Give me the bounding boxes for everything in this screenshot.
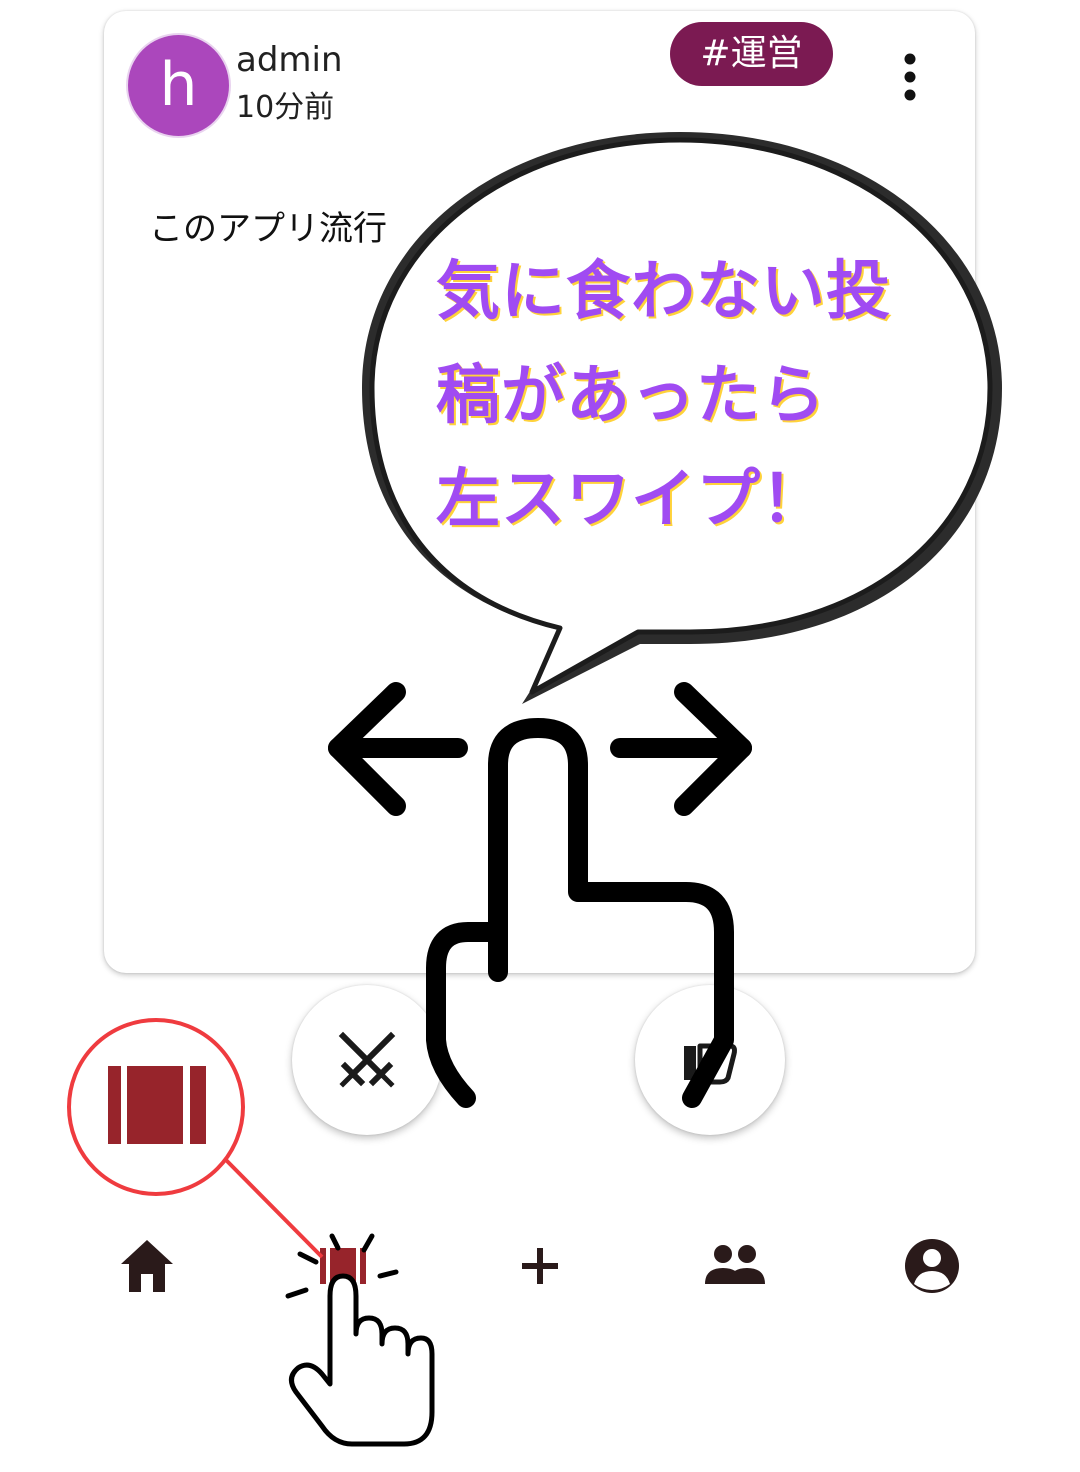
bubble-line-3: 左スワイプ！	[436, 463, 826, 537]
swipe-arrows-icon	[328, 682, 752, 816]
magnified-cards-icon	[108, 1066, 206, 1144]
tutorial-bubble-text: 気に食わない投 稿があったら 左スワイプ！	[436, 240, 976, 552]
swipe-finger-icon	[426, 718, 734, 1108]
tapping-hand-icon	[289, 1273, 435, 1447]
bubble-line-2: 稿があったら	[436, 359, 826, 433]
app-screen: h admin 10分前 #運営 このアプリ流行 気に食わない投 稿があったら …	[0, 0, 1080, 1472]
bubble-line-1: 気に食わない投	[436, 255, 891, 329]
tutorial-overlay	[67, 132, 1002, 1447]
